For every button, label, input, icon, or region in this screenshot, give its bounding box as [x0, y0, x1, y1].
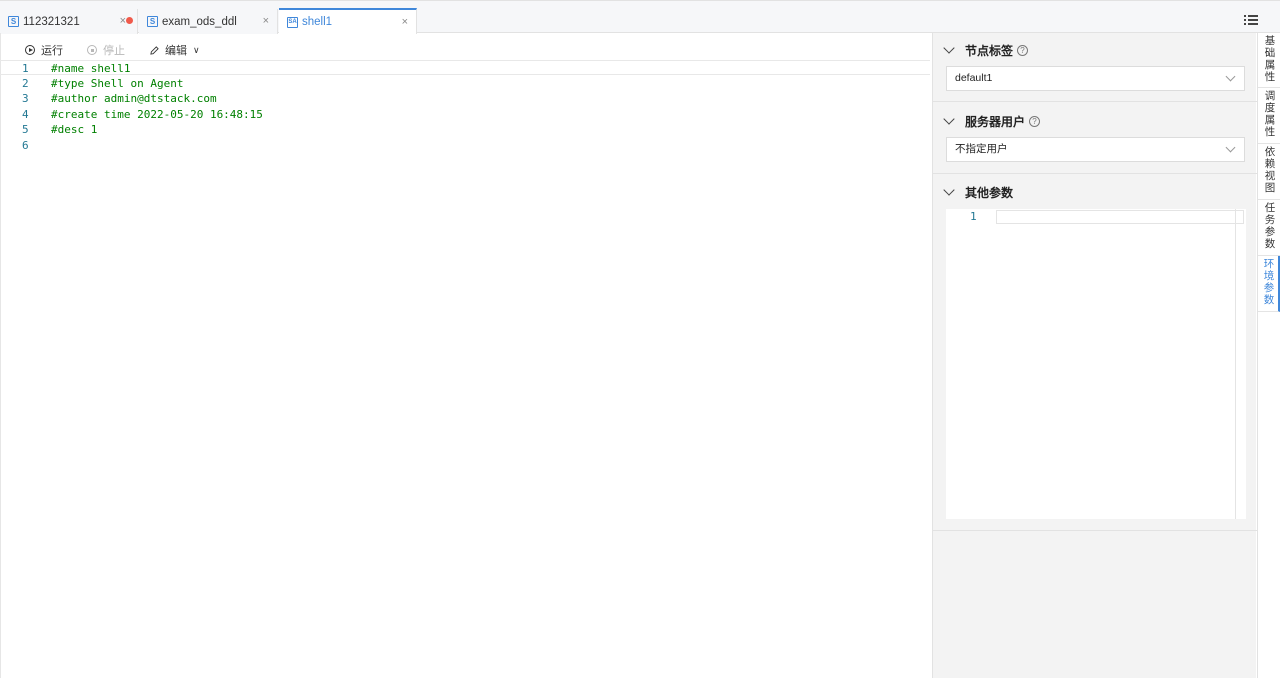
tab-char: 础 — [1264, 47, 1276, 59]
chevron-down-icon: ∨ — [193, 44, 200, 55]
shell-agent-file-icon: SA — [287, 16, 298, 28]
stop-label: 停止 — [103, 45, 125, 57]
line-number: 1 — [970, 210, 977, 223]
edit-label: 编辑 — [165, 45, 187, 57]
close-icon[interactable]: × — [120, 15, 126, 27]
unsaved-dot-icon — [126, 17, 133, 24]
side-tab-bar: 基 础 属 性 调 度 属 性 依 赖 视 图 任 务 参 数 环 境 参 数 — [1257, 33, 1280, 678]
stop-button[interactable]: 停止 — [87, 42, 125, 58]
chevron-down-icon — [943, 42, 955, 54]
tab-char: 数 — [1263, 294, 1275, 306]
section-title: 其他参数 — [965, 185, 1014, 200]
chevron-down-icon — [1225, 71, 1236, 82]
tab-shell1[interactable]: SA shell1 × — [279, 8, 417, 34]
list-menu-icon[interactable] — [1244, 15, 1258, 25]
tab-char: 度 — [1264, 102, 1276, 114]
code-line — [996, 210, 1244, 224]
line-number: 1 — [22, 62, 29, 75]
tab-label: exam_ods_ddl — [162, 15, 237, 28]
tab-char: 参 — [1263, 282, 1275, 294]
tab-char: 视 — [1264, 170, 1276, 182]
code-text: #desc 1 — [51, 123, 98, 136]
line-number: 5 — [22, 123, 29, 136]
code-text: #name shell1 — [51, 62, 131, 75]
properties-panel: 节点标签 ? default1 服务器用户 ? 不指定用户 其他参数 1 — [932, 33, 1257, 678]
line-number: 4 — [22, 108, 29, 121]
select-value: default1 — [955, 72, 993, 84]
shell-file-icon: S — [147, 16, 158, 27]
server-user-header[interactable]: 服务器用户 ? — [943, 111, 1041, 131]
tab-112321321[interactable]: S 112321321 × — [0, 9, 138, 34]
run-label: 运行 — [41, 45, 63, 57]
tab-char: 赖 — [1264, 158, 1276, 170]
tab-label: 112321321 — [23, 15, 80, 28]
chevron-down-icon — [1225, 142, 1236, 153]
node-label-header[interactable]: 节点标签 ? — [943, 40, 1029, 60]
tab-bar: S 112321321 × S exam_ods_ddl × SA shell1… — [0, 0, 1280, 34]
code-editor[interactable]: 1 #name shell1 2 #type Shell on Agent 3 … — [0, 60, 930, 678]
divider — [933, 530, 1257, 531]
chevron-down-icon — [943, 184, 955, 196]
tab-char: 环 — [1263, 258, 1275, 270]
tab-char: 性 — [1264, 71, 1276, 83]
side-tab-task-params[interactable]: 任 务 参 数 — [1258, 200, 1280, 256]
pencil-icon — [150, 45, 159, 55]
editor-toolbar: 运行 停止 编辑 ∨ — [0, 40, 930, 60]
code-line: 5 #desc 1 — [0, 122, 930, 137]
code-line: 1 #name shell1 — [0, 60, 930, 75]
node-label-select[interactable]: default1 — [946, 66, 1245, 91]
server-user-select[interactable]: 不指定用户 — [946, 137, 1245, 162]
side-tab-basic-properties[interactable]: 基 础 属 性 — [1258, 33, 1280, 88]
chevron-down-icon — [943, 113, 955, 125]
tab-char: 依 — [1264, 146, 1276, 158]
stop-icon — [87, 45, 97, 55]
other-params-editor[interactable]: 1 — [946, 209, 1246, 519]
tab-char: 性 — [1264, 126, 1276, 138]
tab-char: 基 — [1264, 35, 1276, 47]
select-value: 不指定用户 — [955, 143, 1008, 155]
side-tab-env-params[interactable]: 环 境 参 数 — [1258, 256, 1280, 312]
line-number: 2 — [22, 77, 29, 90]
side-tab-dependency-view[interactable]: 依 赖 视 图 — [1258, 144, 1280, 200]
code-line: 4 #create time 2022-05-20 16:48:15 — [0, 107, 930, 122]
close-icon[interactable]: × — [263, 15, 269, 27]
run-button[interactable]: 运行 — [25, 42, 63, 58]
tab-char: 图 — [1264, 182, 1276, 194]
edit-button[interactable]: 编辑 ∨ — [150, 42, 200, 58]
line-number: 6 — [22, 139, 29, 152]
section-title: 节点标签 — [965, 43, 1014, 58]
code-line: 3 #author admin@dtstack.com — [0, 91, 930, 106]
tab-char: 调 — [1264, 90, 1276, 102]
divider — [933, 101, 1257, 102]
tab-exam-ods-ddl[interactable]: S exam_ods_ddl × — [139, 9, 278, 34]
tab-char: 境 — [1263, 270, 1275, 282]
help-icon[interactable]: ? — [1029, 115, 1041, 127]
divider — [933, 173, 1257, 174]
shell-file-icon: S — [8, 16, 19, 27]
code-text: #type Shell on Agent — [51, 77, 184, 90]
scrollbar[interactable] — [1235, 209, 1236, 519]
code-line: 2 #type Shell on Agent — [0, 76, 930, 91]
close-icon[interactable]: × — [402, 16, 408, 28]
help-icon[interactable]: ? — [1017, 44, 1029, 56]
tab-char: 数 — [1264, 238, 1276, 250]
tab-char: 属 — [1264, 114, 1276, 126]
line-number: 3 — [22, 92, 29, 105]
tab-char: 参 — [1264, 226, 1276, 238]
code-text: #author admin@dtstack.com — [51, 92, 217, 105]
code-text: #create time 2022-05-20 16:48:15 — [51, 108, 263, 121]
side-tab-schedule-properties[interactable]: 调 度 属 性 — [1258, 88, 1280, 144]
section-title: 服务器用户 — [965, 114, 1026, 129]
code-line: 6 — [0, 138, 930, 153]
tab-char: 务 — [1264, 214, 1276, 226]
tab-char: 任 — [1264, 202, 1276, 214]
other-params-header[interactable]: 其他参数 — [943, 182, 1014, 202]
tab-label: shell1 — [302, 16, 333, 28]
play-icon — [25, 45, 35, 55]
tab-char: 属 — [1264, 59, 1276, 71]
